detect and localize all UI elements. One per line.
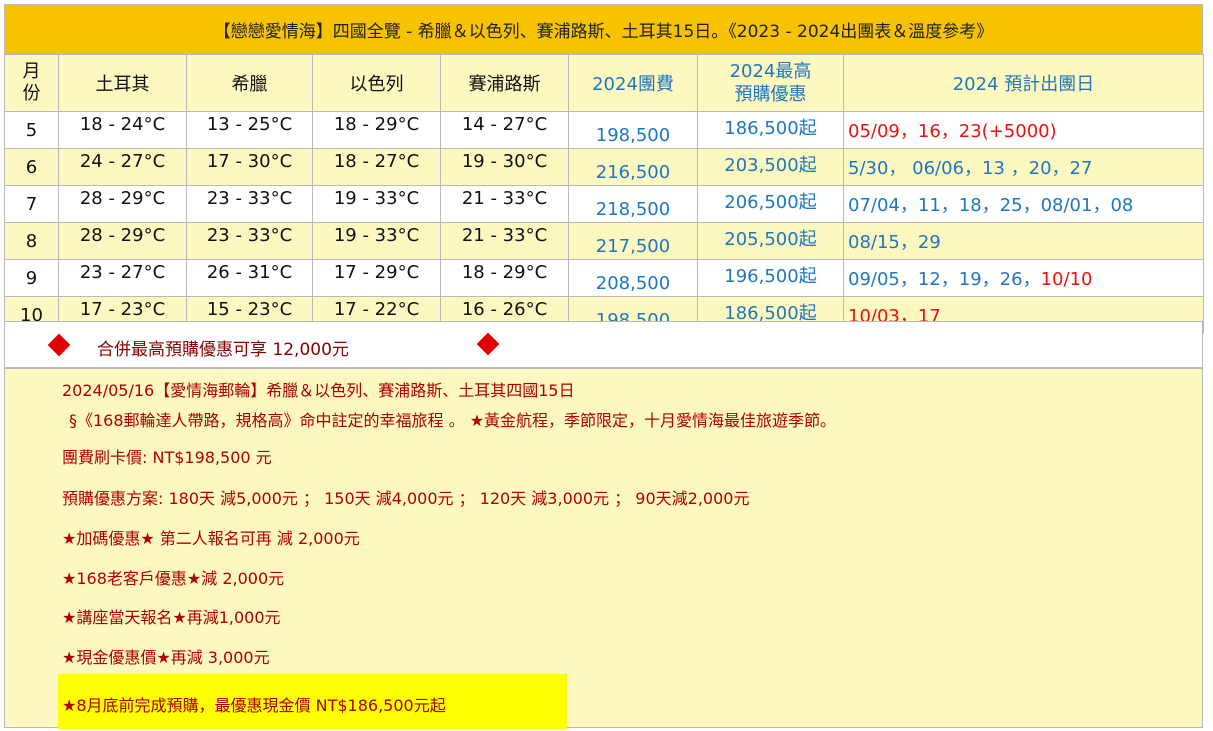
fee-cell[interactable]: 198,500 — [568, 111, 698, 149]
table-row: 7 28 - 29°C 23 - 33°C 19 - 33°C 21 - 33°C 218… — [4, 185, 1204, 223]
spreadsheet: 【戀戀愛情海】四國全覽 - 希臘＆以色列、賽浦路斯、土耳其15日。《2023 -… — [0, 0, 1213, 731]
dates-text-red: 10/10 — [1040, 269, 1093, 290]
turkey-temp-cell[interactable]: 28 - 29°C — [58, 185, 187, 223]
note-line: §《168郵輪達人帶路，規格高》命中註定的幸福旅程 。 ★黃金航程，季節限定，十… — [69, 411, 837, 430]
header-month-label: 月份 — [22, 61, 41, 104]
note-line: ★加碼優惠★ 第二人報名可再 減 2,000元 — [62, 529, 360, 548]
israel-temp-cell[interactable]: 17 - 29°C — [312, 259, 441, 297]
note-line: 預購優惠方案: 180天 減5,000元 ； 150天 減4,000元 ； 12… — [62, 489, 750, 508]
dates-text-red: 05/09，16，23(+5000) — [848, 121, 1057, 142]
israel-temp-cell[interactable]: 19 - 33°C — [312, 185, 441, 223]
table-header-row: 月份 土耳其 希臘 以色列 賽浦路斯 2024團費 2024最高 預購優惠 20… — [4, 54, 1204, 112]
discount-cell[interactable]: 186,500起 — [697, 111, 844, 149]
cyprus-temp-cell[interactable]: 18 - 29°C — [440, 259, 569, 297]
header-turkey[interactable]: 土耳其 — [58, 54, 187, 112]
header-month[interactable]: 月份 — [4, 54, 59, 112]
header-dates[interactable]: 2024 預計出團日 — [843, 54, 1204, 112]
note-line: ★講座當天報名★再減1,000元 — [62, 608, 281, 627]
header-discount[interactable]: 2024最高 預購優惠 — [697, 54, 844, 112]
greece-temp-cell[interactable]: 23 - 33°C — [186, 185, 313, 223]
israel-temp-cell[interactable]: 18 - 29°C — [312, 111, 441, 149]
discount-cell[interactable]: 196,500起 — [697, 259, 844, 297]
dates-text: 08/15，29 — [848, 232, 941, 253]
highlight-note: ★8月底前完成預購，最優惠現金價 NT$186,500元起 — [62, 696, 446, 715]
turkey-temp-cell[interactable]: 28 - 29°C — [58, 222, 187, 260]
note-line: ★現金優惠價★再減 3,000元 — [62, 648, 270, 667]
month-cell[interactable]: 7 — [4, 185, 59, 223]
dates-cell[interactable]: 07/04，11，18，25，08/01，08 — [843, 185, 1204, 223]
red-diamond-icon — [47, 333, 71, 357]
table-row: 9 23 - 27°C 26 - 31°C 17 - 29°C 18 - 29°C 208… — [4, 259, 1204, 297]
dates-cell[interactable]: 09/05，12，19，26，10/10 — [843, 259, 1204, 297]
fee-cell[interactable]: 216,500 — [568, 148, 698, 186]
note-line: 團費刷卡價: NT$198,500 元 — [62, 448, 272, 467]
dates-text: 07/04，11，18，25，08/01，08 — [848, 195, 1134, 216]
cyprus-temp-cell[interactable]: 14 - 27°C — [440, 111, 569, 149]
dates-text: 09/05，12，19，26， — [848, 269, 1041, 290]
fee-cell[interactable]: 217,500 — [568, 222, 698, 260]
greece-temp-cell[interactable]: 23 - 33°C — [186, 222, 313, 260]
israel-temp-cell[interactable]: 19 - 33°C — [312, 222, 441, 260]
discount-cell[interactable]: 205,500起 — [697, 222, 844, 260]
table-row: 8 28 - 29°C 23 - 33°C 19 - 33°C 21 - 33°C 217… — [4, 222, 1204, 260]
combo-discount-text: 合併最高預購優惠可享 12,000元 — [97, 340, 349, 360]
red-diamond-icon — [476, 332, 500, 356]
header-discount-line2: 預購優惠 — [734, 84, 807, 105]
header-fee[interactable]: 2024團費 — [568, 54, 698, 112]
note-line: ★168老客戶優惠★減 2,000元 — [62, 569, 285, 588]
discount-cell[interactable]: 203,500起 — [697, 148, 844, 186]
dates-cell[interactable]: 08/15，29 — [843, 222, 1204, 260]
turkey-temp-cell[interactable]: 23 - 27°C — [58, 259, 187, 297]
sheet-title-cell[interactable]: 【戀戀愛情海】四國全覽 - 希臘＆以色列、賽浦路斯、土耳其15日。《2023 -… — [4, 4, 1203, 54]
highlight-cell[interactable]: ★8月底前完成預購，最優惠現金價 NT$186,500元起 — [58, 674, 567, 729]
cyprus-temp-cell[interactable]: 21 - 33°C — [440, 222, 569, 260]
header-cyprus[interactable]: 賽浦路斯 — [440, 54, 569, 112]
dates-cell[interactable]: 05/09，16，23(+5000) — [843, 111, 1204, 149]
israel-temp-cell[interactable]: 18 - 27°C — [312, 148, 441, 186]
cyprus-temp-cell[interactable]: 19 - 30°C — [440, 148, 569, 186]
turkey-temp-cell[interactable]: 18 - 24°C — [58, 111, 187, 149]
fee-cell[interactable]: 218,500 — [568, 185, 698, 223]
combo-discount-row[interactable]: 合併最高預購優惠可享 12,000元 — [4, 321, 1203, 368]
table-row: 6 24 - 27°C 17 - 30°C 18 - 27°C 19 - 30°C 216… — [4, 148, 1204, 186]
dates-text: 5/30， 06/06，13 ，20，27 — [848, 158, 1093, 179]
notes-cell[interactable]: ★8月底前完成預購，最優惠現金價 NT$186,500元起 2024/05/16… — [4, 368, 1203, 729]
header-discount-line1: 2024最高 — [729, 61, 812, 82]
turkey-temp-cell[interactable]: 24 - 27°C — [58, 148, 187, 186]
note-line: 2024/05/16【愛情海郵輪】希臘＆以色列、賽浦路斯、土耳其四國15日 — [62, 381, 575, 400]
header-greece[interactable]: 希臘 — [186, 54, 313, 112]
fee-cell[interactable]: 208,500 — [568, 259, 698, 297]
greece-temp-cell[interactable]: 26 - 31°C — [186, 259, 313, 297]
month-cell[interactable]: 5 — [4, 111, 59, 149]
discount-cell[interactable]: 206,500起 — [697, 185, 844, 223]
month-cell[interactable]: 8 — [4, 222, 59, 260]
month-cell[interactable]: 6 — [4, 148, 59, 186]
cyprus-temp-cell[interactable]: 21 - 33°C — [440, 185, 569, 223]
dates-cell[interactable]: 5/30， 06/06，13 ，20，27 — [843, 148, 1204, 186]
greece-temp-cell[interactable]: 17 - 30°C — [186, 148, 313, 186]
greece-temp-cell[interactable]: 13 - 25°C — [186, 111, 313, 149]
month-cell[interactable]: 9 — [4, 259, 59, 297]
header-israel[interactable]: 以色列 — [312, 54, 441, 112]
sheet-title: 【戀戀愛情海】四國全覽 - 希臘＆以色列、賽浦路斯、土耳其15日。《2023 -… — [213, 21, 994, 42]
table-row: 5 18 - 24°C 13 - 25°C 18 - 29°C 14 - 27°C 198… — [4, 111, 1204, 149]
tour-schedule-table: 月份 土耳其 希臘 以色列 賽浦路斯 2024團費 2024最高 預購優惠 20… — [4, 54, 1204, 334]
